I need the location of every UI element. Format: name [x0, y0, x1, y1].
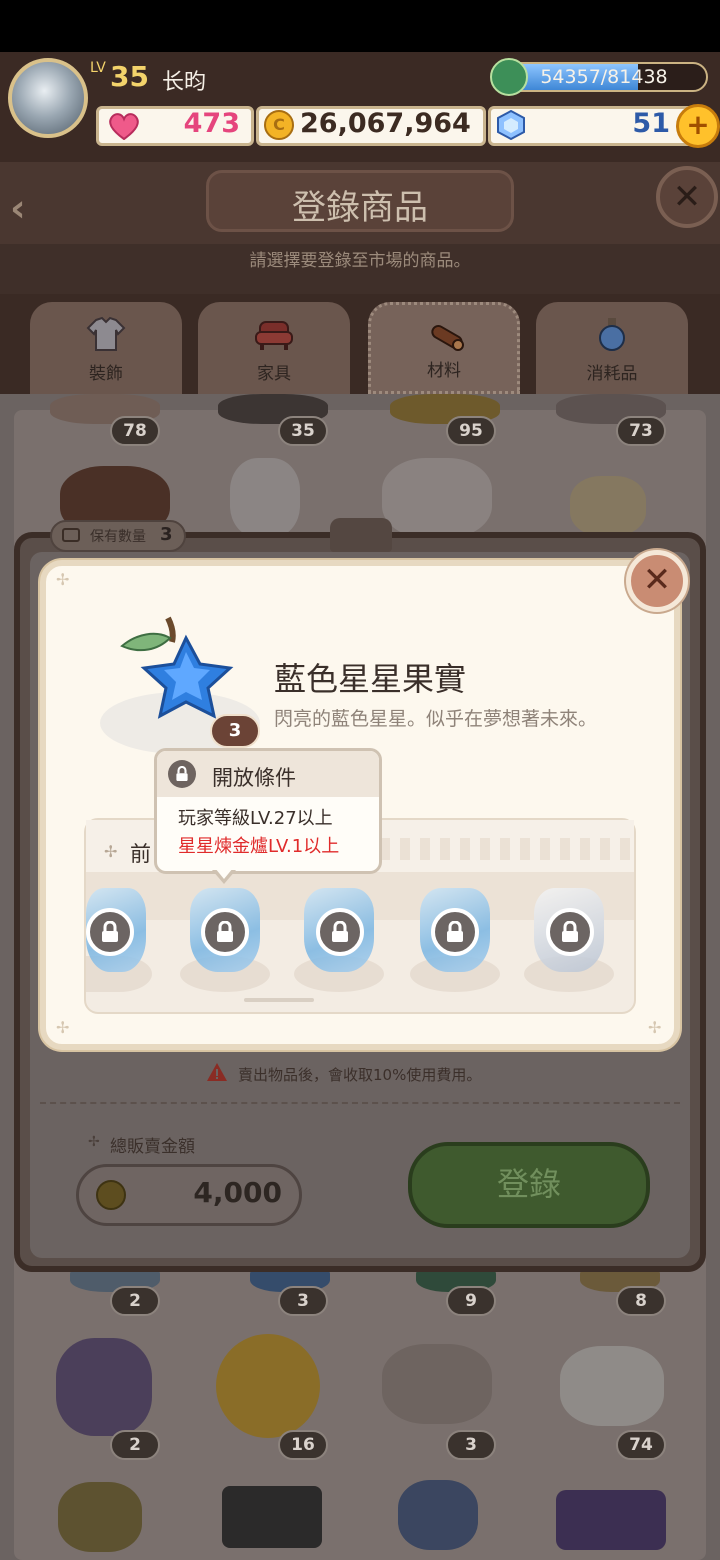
item-count-badge: 3 — [210, 714, 260, 748]
log-icon — [431, 325, 464, 351]
item-count-badge: 9 — [446, 1286, 496, 1316]
hold-count-value: 3 — [160, 524, 173, 545]
corner-ornament: ✢ — [56, 1018, 70, 1037]
inventory-item-image[interactable] — [398, 1480, 478, 1550]
coin-icon — [96, 1180, 126, 1210]
recipe-slot-2[interactable] — [201, 908, 249, 956]
coin-icon: C — [264, 110, 294, 140]
hold-count-label: 保有數量 — [90, 529, 146, 545]
gems-value: 51 — [632, 108, 670, 139]
inventory-item-image[interactable] — [222, 1486, 322, 1548]
lock-icon — [447, 921, 463, 942]
inventory-item-image[interactable] — [230, 458, 300, 538]
coins-value: 26,067,964 — [300, 108, 471, 139]
tooltip-tail-inner — [215, 868, 233, 879]
player-name: 长昀 — [162, 70, 207, 95]
sparkle-icon: ✢ — [88, 1134, 100, 1150]
item-count-badge: 3 — [446, 1430, 496, 1460]
recipe-slot-1[interactable] — [86, 908, 134, 956]
close-button[interactable]: ✕ — [656, 166, 718, 228]
tab-label: 裝飾 — [89, 364, 123, 384]
unlock-condition-level: 玩家等級LV.27以上 — [178, 808, 333, 829]
inventory-item-image[interactable] — [216, 1334, 320, 1438]
tab-label: 家具 — [257, 364, 291, 384]
item-count-badge: 74 — [616, 1430, 666, 1460]
sparkle-icon: ✢ — [104, 842, 118, 861]
recipe-slot-4[interactable] — [431, 908, 479, 956]
modal-close-button[interactable]: ✕ — [626, 550, 688, 612]
item-count-badge: 95 — [446, 416, 496, 446]
inventory-item-image[interactable] — [382, 1344, 492, 1424]
blue-star-fruit-icon — [120, 616, 234, 719]
register-button[interactable]: 登錄 — [408, 1142, 650, 1228]
inventory-item-image[interactable] — [570, 476, 646, 536]
lock-icon — [562, 921, 578, 942]
tab-consumables[interactable]: 消耗品 — [536, 302, 688, 394]
page-title: 登錄商品 — [292, 188, 428, 228]
hearts-value: 473 — [183, 108, 240, 139]
add-gems-button[interactable]: + — [676, 104, 720, 148]
xp-bar: 54357/81438 — [500, 62, 708, 92]
tab-furniture[interactable]: 家具 — [198, 302, 350, 394]
back-button[interactable]: ‹ — [10, 186, 26, 230]
item-count-badge: 2 — [110, 1286, 160, 1316]
lock-icon — [102, 921, 118, 942]
item-count-badge: 78 — [110, 416, 160, 446]
corner-ornament: ✢ — [648, 1018, 662, 1037]
warning-icon — [207, 1063, 227, 1081]
lock-icon — [168, 760, 196, 788]
inventory-item-image[interactable] — [56, 1338, 152, 1436]
fee-notice: 賣出物品後，會收取10%使用費用。 — [238, 1066, 482, 1084]
recipe-slot-5[interactable] — [546, 908, 594, 956]
inventory-item-image[interactable] — [556, 1490, 666, 1550]
shirt-icon — [86, 316, 126, 351]
item-count-badge: 2 — [110, 1430, 160, 1460]
total-price-label: 總販賣金額 — [110, 1137, 195, 1157]
item-count-badge: 3 — [278, 1286, 328, 1316]
item-count-badge: 8 — [616, 1286, 666, 1316]
recipe-slot-3[interactable] — [316, 908, 364, 956]
xp-text: 54357/81438 — [540, 66, 668, 88]
divider — [40, 1102, 680, 1104]
box-icon — [62, 528, 80, 542]
item-count-badge: 35 — [278, 416, 328, 446]
item-count-badge: 16 — [278, 1430, 328, 1460]
lock-icon — [217, 921, 233, 942]
inventory-item-image[interactable] — [58, 1482, 142, 1552]
clip-icon — [330, 518, 392, 552]
tab-decoration[interactable]: 裝飾 — [30, 302, 182, 394]
item-count-badge: 73 — [616, 416, 666, 446]
inventory-item-image[interactable] — [382, 458, 492, 538]
leaf-icon — [490, 58, 528, 96]
level-number: 35 — [110, 60, 149, 93]
tab-label: 消耗品 — [586, 364, 638, 384]
recipe-title: 前 — [130, 842, 151, 866]
tab-label: 材料 — [427, 361, 461, 381]
potion-icon — [599, 318, 625, 351]
total-price-value: 4,000 — [193, 1176, 282, 1209]
page-subtitle: 請選擇要登錄至市場的商品。 — [249, 251, 471, 271]
crystal-icon — [497, 110, 525, 140]
lock-icon — [332, 921, 348, 942]
level-prefix: LV — [90, 60, 106, 76]
item-name: 藍色星星果實 — [274, 660, 467, 698]
item-description: 閃亮的藍色星星。似乎在夢想著未來。 — [274, 708, 598, 730]
tab-materials[interactable]: 材料 — [368, 302, 520, 394]
scroll-indicator — [244, 998, 314, 1002]
unlock-condition-building: 星星煉金爐LV.1以上 — [178, 836, 340, 857]
sofa-icon — [255, 321, 293, 350]
inventory-item-image[interactable] — [560, 1346, 664, 1426]
tooltip-title: 開放條件 — [212, 766, 296, 790]
avatar[interactable] — [8, 58, 88, 138]
corner-ornament: ✢ — [56, 570, 70, 589]
heart-icon — [109, 113, 139, 140]
decorative-pattern — [380, 838, 630, 860]
status-bar — [0, 0, 720, 52]
